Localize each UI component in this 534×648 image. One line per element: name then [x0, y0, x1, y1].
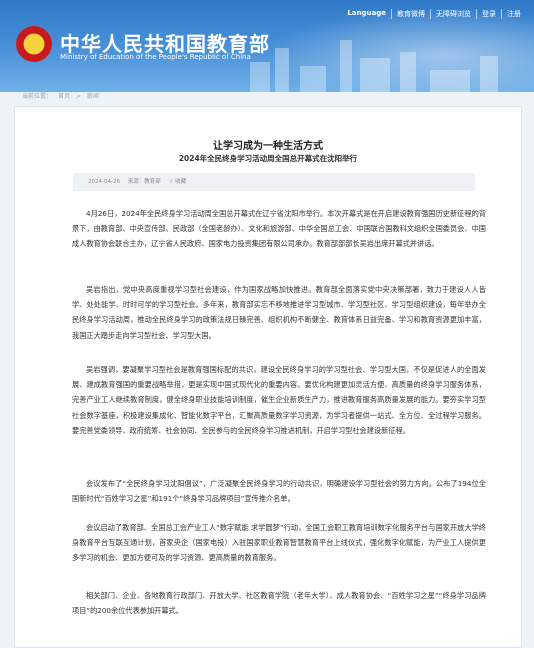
nav-register-link[interactable]: 注册: [501, 9, 526, 19]
article-meta-bar: 2024-04-26 来源：教育部 ☆ 收藏: [73, 173, 475, 191]
article-date: 2024-04-26: [88, 179, 120, 185]
nav-weibo-link[interactable]: 教育微博: [391, 9, 430, 19]
nav-language-link[interactable]: Language: [342, 9, 391, 19]
breadcrumb: 当前位置： 首页 > 新闻: [22, 91, 103, 100]
article-source: 来源：教育部: [127, 179, 161, 185]
skyline-building: [430, 70, 470, 92]
article-subtitle: 2024年全民终身学习活动周全国总开幕式在沈阳举行: [178, 154, 358, 163]
nav-accessibility-link[interactable]: 无障碍浏览: [430, 9, 476, 19]
breadcrumb-home-link[interactable]: 首页: [58, 93, 70, 100]
breadcrumb-prefix: 当前位置：: [22, 93, 53, 100]
breadcrumb-news-link[interactable]: 新闻: [87, 93, 99, 100]
top-nav: Language 教育微博 无障碍浏览 登录 注册: [342, 9, 526, 19]
article-paragraph: 相关部门、企业、各地教育行政部门、开放大学、社区教育学院（老年大学）、成人教育协…: [72, 591, 486, 616]
skyline-building: [480, 56, 498, 92]
article-title: 让学习成为一种生活方式: [213, 141, 323, 152]
breadcrumb-separator: >: [75, 93, 81, 100]
skyline-building: [275, 48, 289, 92]
nav-login-link[interactable]: 登录: [476, 9, 501, 19]
skyline-building: [360, 58, 390, 92]
article-paragraph: 吴岩强调，要凝聚学习型社会是教育强国标配的共识，建设全民终身学习的学习型社会、学…: [72, 365, 486, 435]
article-paragraph: 4月26日，2024年全民终身学习活动周全国总开幕式在辽宁省沈阳市举行。本次开幕…: [72, 209, 486, 249]
site-header: Language 教育微博 无障碍浏览 登录 注册 中华人民共和国教育部 Min…: [0, 0, 534, 92]
skyline-building: [250, 62, 270, 92]
article-paragraph: 会议启动了教育部、全国总工会产业工人“数字赋能 求学圆梦”行动，全国工会职工教育…: [72, 523, 486, 563]
favorite-button[interactable]: ☆ 收藏: [168, 179, 186, 185]
national-emblem-icon[interactable]: [16, 26, 52, 62]
skyline-building: [400, 52, 416, 92]
article-paragraph: 会议发布了“全民终身学习沈阳倡议”，广泛凝聚全民终身学习的行动共识，明确建设学习…: [72, 479, 486, 504]
article-paragraph: 吴岩指出，党中央高度重视学习型社会建设，作为国家战略加快推进。教育部全面落实党中…: [72, 285, 486, 340]
site-name-en: Ministry of Education of the People's Re…: [60, 53, 251, 61]
skyline-building: [340, 40, 352, 92]
skyline-building: [300, 66, 326, 92]
